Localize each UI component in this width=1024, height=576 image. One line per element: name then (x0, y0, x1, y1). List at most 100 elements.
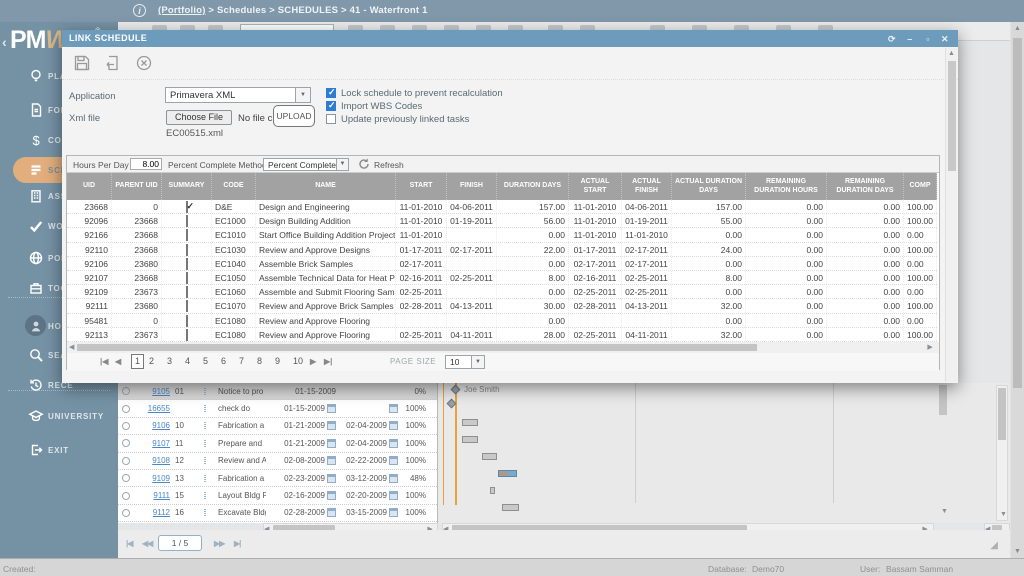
prev-page-icon[interactable]: ◀◀ (142, 539, 152, 548)
uid-link[interactable]: 9108 (152, 456, 170, 465)
gantt-bar[interactable] (482, 453, 497, 460)
gantt-vertical-scrollbar[interactable]: ▼ (996, 385, 1008, 521)
summary-checkbox-unchecked[interactable] (186, 244, 188, 256)
column-header-remd[interactable]: REMAINING DURATION DAYS (827, 173, 904, 200)
uid-link[interactable]: 9107 (152, 439, 170, 448)
minimize-icon[interactable]: – (904, 33, 916, 45)
record-icon[interactable] (122, 492, 130, 500)
cancel-icon[interactable] (135, 54, 153, 72)
task-row[interactable]: 236680D&EDesign and Engineering11-01-201… (67, 200, 937, 214)
grid-horizontal-scrollbar[interactable]: ◀▶ (67, 342, 939, 353)
dialog-vertical-scrollbar[interactable]: ▲ (945, 48, 957, 382)
column-header-astart[interactable]: ACTUAL START (569, 173, 622, 200)
page-number-7[interactable]: 7 (239, 356, 244, 366)
record-icon[interactable] (122, 457, 130, 465)
summary-checkbox-unchecked[interactable] (186, 329, 188, 341)
page-number-10[interactable]: 10 (293, 356, 303, 366)
page-size-select[interactable]: 10 ▼ (445, 355, 485, 369)
tree-icon[interactable] (204, 387, 206, 396)
calendar-icon[interactable] (327, 456, 336, 465)
calendar-icon[interactable] (389, 491, 398, 500)
save-icon[interactable] (73, 54, 91, 72)
uid-link[interactable]: 9109 (152, 474, 170, 483)
task-row[interactable]: 9211323673EC1080Review and Approve Floor… (67, 328, 937, 342)
column-header-parent[interactable]: PARENT UID (112, 173, 162, 200)
page-number-9[interactable]: 9 (275, 356, 280, 366)
choose-file-button[interactable]: Choose File (166, 110, 232, 125)
summary-checkbox-checked[interactable] (186, 201, 188, 213)
calendar-icon[interactable] (389, 508, 398, 517)
next-page-icon[interactable]: ▶ (310, 357, 316, 366)
checkbox-checked[interactable] (326, 101, 336, 111)
resize-grip[interactable]: ◢ (990, 540, 998, 551)
checkbox-checked[interactable] (326, 88, 336, 98)
calendar-icon[interactable] (327, 474, 336, 483)
task-row[interactable]: 9216623668EC1010Start Office Building Ad… (67, 228, 937, 242)
schedule-row[interactable]: 910610Fabrication a01-21-200902-04-20091… (118, 418, 437, 435)
column-header-name[interactable]: NAME (256, 173, 396, 200)
refresh-label[interactable]: Refresh (374, 160, 404, 170)
checkbox-unchecked[interactable] (326, 114, 336, 124)
application-select[interactable]: Primavera XML ▼ (165, 87, 311, 103)
summary-checkbox-unchecked[interactable] (186, 258, 188, 270)
column-header-afinish[interactable]: ACTUAL FINISH (622, 173, 672, 200)
summary-checkbox-unchecked[interactable] (186, 215, 188, 227)
gantt-bar[interactable] (498, 470, 517, 477)
tree-icon[interactable] (204, 421, 206, 430)
summary-checkbox-unchecked[interactable] (186, 272, 188, 284)
record-icon[interactable] (122, 387, 130, 395)
task-row[interactable]: 9210623680EC1040Assemble Brick Samples02… (67, 257, 937, 271)
chevron-down-icon[interactable]: ▼ (336, 159, 348, 170)
next-page-icon[interactable]: ▶▶ (214, 539, 224, 548)
uid-link[interactable]: 9112 (153, 508, 170, 517)
uid-link[interactable]: 16655 (148, 404, 170, 413)
sidebar-item-exit[interactable]: EXIT (0, 437, 118, 463)
column-header-dur[interactable]: DURATION DAYS (497, 173, 569, 200)
schedule-row[interactable]: 911115Layout Bldg F02-16-200902-20-20091… (118, 487, 437, 504)
schedule-row[interactable]: 910812Review and A02-08-200902-22-200910… (118, 453, 437, 470)
record-icon[interactable] (122, 474, 130, 482)
schedule-row[interactable]: 910501Notice to pro01-15-20090% (118, 383, 437, 400)
maximize-icon[interactable]: ▫ (922, 33, 934, 45)
schedule-row[interactable]: 910711Prepare and01-21-200902-04-2009100… (118, 435, 437, 452)
task-row[interactable]: 954810EC1080Review and Approve Flooring0… (67, 314, 937, 328)
record-icon[interactable] (122, 509, 130, 517)
upload-button[interactable]: UPLOAD (273, 105, 315, 127)
page-vertical-scrollbar[interactable]: ▲ ▼ (1011, 22, 1024, 558)
summary-checkbox-unchecked[interactable] (186, 229, 188, 241)
calendar-icon[interactable] (389, 421, 398, 430)
tree-icon[interactable] (204, 508, 206, 517)
first-page-icon[interactable]: |◀ (100, 357, 108, 366)
record-icon[interactable] (122, 439, 130, 447)
grid-vertical-scrollbar[interactable]: ▼ (938, 383, 950, 515)
gantt-bar[interactable] (490, 487, 495, 494)
summary-checkbox-unchecked[interactable] (186, 315, 188, 327)
record-icon[interactable] (122, 422, 130, 430)
column-header-code[interactable]: CODE (212, 173, 256, 200)
page-number-3[interactable]: 3 (167, 356, 172, 366)
calendar-icon[interactable] (389, 474, 398, 483)
milestone-diamond[interactable] (451, 385, 461, 395)
schedule-row[interactable]: 910913Fabrication a02-23-200903-12-20094… (118, 470, 437, 487)
task-row[interactable]: 9210723668EC1050Assemble Technical Data … (67, 271, 937, 285)
close-icon[interactable]: ✕ (939, 33, 951, 45)
page-number-5[interactable]: 5 (203, 356, 208, 366)
first-page-icon[interactable]: |◀ (126, 539, 132, 548)
hours-per-day-input[interactable] (130, 158, 162, 170)
calendar-icon[interactable] (327, 491, 336, 500)
column-header-remh[interactable]: REMAINING DURATION HOURS (746, 173, 827, 200)
tree-icon[interactable] (204, 474, 206, 483)
page-number-2[interactable]: 2 (149, 356, 154, 366)
page-number-4[interactable]: 4 (185, 356, 190, 366)
calendar-icon[interactable] (389, 439, 398, 448)
summary-checkbox-unchecked[interactable] (186, 286, 188, 298)
column-header-adur[interactable]: ACTUAL DURATION DAYS (672, 173, 746, 200)
last-page-icon[interactable]: ▶| (234, 539, 240, 548)
last-page-icon[interactable]: ▶| (324, 357, 332, 366)
uid-link[interactable]: 9106 (152, 421, 170, 430)
page-indicator[interactable]: 1 / 5 (158, 535, 202, 551)
refresh-icon[interactable] (358, 158, 370, 170)
calendar-icon[interactable] (327, 404, 336, 413)
calendar-icon[interactable] (327, 421, 336, 430)
calendar-icon[interactable] (327, 439, 336, 448)
